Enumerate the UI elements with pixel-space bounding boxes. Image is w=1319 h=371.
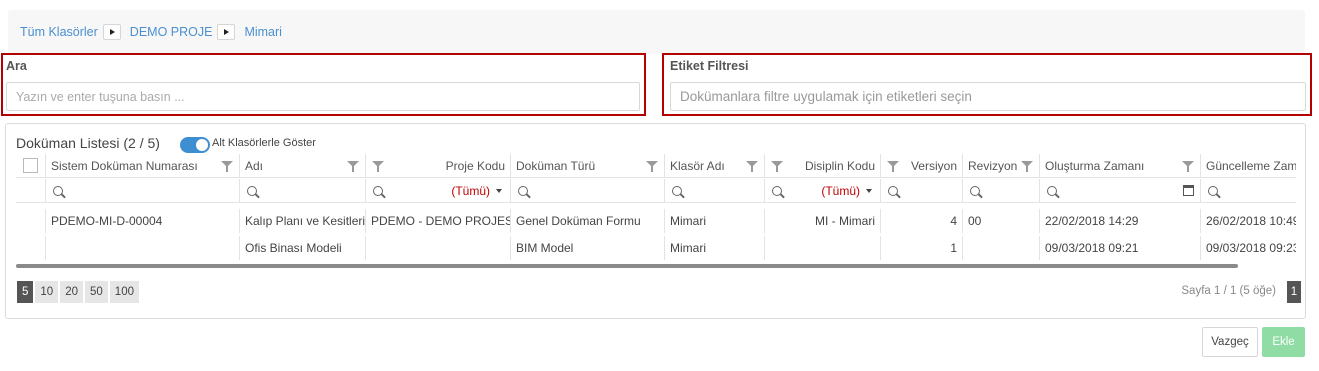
filter-cell-klasor-adi[interactable] <box>665 179 765 202</box>
grid-filter-row: (Tümü) (Tümü) <box>16 179 1296 203</box>
search-icon <box>247 185 257 196</box>
column-header-klasor-adi[interactable]: Klasör Adı <box>665 154 765 177</box>
search-icon <box>518 185 528 196</box>
cancel-button[interactable]: Vazgeç <box>1202 327 1258 357</box>
page-info: Sayfa 1 / 1 (5 öğe) <box>1181 285 1276 297</box>
column-header-proje-kodu[interactable]: Proje Kodu <box>366 154 511 177</box>
breadcrumb: Tüm Klasörler DEMO PROJE Mimari <box>8 10 1305 54</box>
filter-icon[interactable] <box>646 161 658 172</box>
filter-icon[interactable] <box>1182 161 1194 172</box>
search-label: Ara <box>6 59 27 73</box>
page-size-10[interactable]: 10 <box>35 281 59 303</box>
horizontal-scrollbar[interactable] <box>16 264 1238 268</box>
search-icon <box>1208 185 1218 196</box>
document-grid: Sistem Doküman Numarası Adı Proje Kodu D… <box>16 154 1296 266</box>
filter-cell-versiyon[interactable] <box>881 179 963 202</box>
column-header-revizyon[interactable]: Revizyon <box>963 154 1040 177</box>
column-header-versiyon[interactable]: Versiyon <box>881 154 963 177</box>
caret-right-icon[interactable] <box>102 24 121 40</box>
caret-right-icon[interactable] <box>217 24 236 40</box>
show-subfolders-toggle[interactable] <box>180 137 210 153</box>
filter-icon[interactable] <box>347 161 359 172</box>
page-size-100[interactable]: 100 <box>109 281 139 303</box>
search-icon <box>772 185 782 196</box>
filter-cell-adi[interactable] <box>240 179 366 202</box>
column-header-disiplin-kodu[interactable]: Disiplin Kodu <box>765 154 881 177</box>
page-size-5[interactable]: 5 <box>17 281 34 303</box>
filter-icon[interactable] <box>221 161 233 172</box>
column-header-guncelleme-zamani[interactable]: Güncelleme Zama <box>1201 154 1296 177</box>
select-all-checkbox[interactable] <box>23 158 38 173</box>
filter-cell-dokuman-turu[interactable] <box>511 179 665 202</box>
page-size-20[interactable]: 20 <box>60 281 83 303</box>
page-size-50[interactable]: 50 <box>85 281 108 303</box>
filter-cell-olusturma-zamani[interactable] <box>1040 179 1201 202</box>
filter-cell-guncelleme-zamani[interactable] <box>1201 179 1296 202</box>
filter-icon[interactable] <box>1021 161 1033 172</box>
add-button[interactable]: Ekle <box>1262 327 1305 357</box>
breadcrumb-item-all-folders[interactable]: Tüm Klasörler <box>20 25 98 39</box>
breadcrumb-item-demo-proje[interactable]: DEMO PROJE <box>130 25 213 39</box>
search-icon <box>888 185 898 196</box>
filter-cell-disiplin-kodu[interactable]: (Tümü) <box>765 179 881 202</box>
filter-icon[interactable] <box>771 161 783 172</box>
column-header-sistem-dokuman-numarasi[interactable]: Sistem Doküman Numarası <box>46 154 240 177</box>
filter-icon[interactable] <box>887 161 899 172</box>
search-icon <box>373 185 383 196</box>
chevron-down-icon[interactable] <box>496 189 502 193</box>
filter-icon[interactable] <box>372 161 384 172</box>
page-button-1[interactable]: 1 <box>1287 281 1301 303</box>
column-header-olusturma-zamani[interactable]: Oluşturma Zamanı <box>1040 154 1201 177</box>
search-icon <box>970 185 980 196</box>
filter-cell-sistem-dokuman-numarasi[interactable] <box>46 179 240 202</box>
chevron-down-icon[interactable] <box>866 189 872 193</box>
filter-cell-proje-kodu[interactable]: (Tümü) <box>366 179 511 202</box>
filter-icon[interactable] <box>746 161 758 172</box>
column-header-adi[interactable]: Adı <box>240 154 366 177</box>
breadcrumb-item-mimari[interactable]: Mimari <box>244 25 282 39</box>
search-input[interactable]: Yazın ve enter tuşuna basın ... <box>6 82 640 111</box>
search-icon <box>672 185 682 196</box>
show-subfolders-label: Alt Klasörlerle Göster <box>212 137 316 149</box>
page-size-selector: 5 10 20 50 100 <box>17 281 139 303</box>
search-icon <box>53 185 63 196</box>
column-header-dokuman-turu[interactable]: Doküman Türü <box>511 154 665 177</box>
tag-filter-input[interactable]: Dokümanlara filtre uygulamak için etiket… <box>670 82 1306 111</box>
filter-cell-revizyon[interactable] <box>963 179 1040 202</box>
table-row[interactable]: Ofis Binası Modeli BIM Model Mimari 1 09… <box>16 236 1296 260</box>
document-list-title: Doküman Listesi (2 / 5) <box>16 135 160 151</box>
tag-filter-label: Etiket Filtresi <box>670 59 749 73</box>
search-icon <box>1047 185 1057 196</box>
document-list-panel: Doküman Listesi (2 / 5) Alt Klasörlerle … <box>5 123 1306 319</box>
grid-header-row: Sistem Doküman Numarası Adı Proje Kodu D… <box>16 154 1296 178</box>
calendar-icon[interactable] <box>1183 185 1194 196</box>
table-row[interactable]: PDEMO-MI-D-00004 Kalıp Planı ve Kesitler… <box>16 209 1296 233</box>
